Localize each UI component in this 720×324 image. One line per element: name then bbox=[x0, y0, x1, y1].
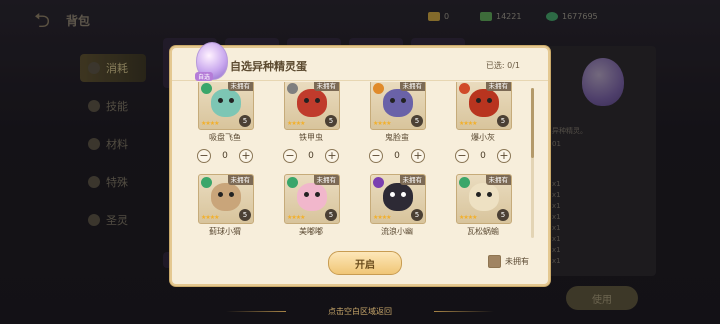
count-badge: 5 bbox=[497, 209, 509, 221]
quantity-stepper: − 0 + bbox=[270, 149, 352, 163]
egg-select-dialog: 自选 自选异种精灵蛋 已选: 0/1 未拥有 ★★★★ 5 吸盘飞鱼 − 0 + bbox=[170, 42, 550, 286]
count-badge: 5 bbox=[325, 209, 337, 221]
type-icon bbox=[287, 177, 298, 188]
spirit-sprite bbox=[469, 89, 499, 117]
star-rating: ★★★★ bbox=[459, 120, 477, 127]
spirit-card[interactable]: 未拥有 ★★★★ 5 bbox=[370, 82, 426, 130]
star-rating: ★★★★ bbox=[201, 214, 219, 221]
count-badge: 5 bbox=[411, 115, 423, 127]
spirit-name: 鬼脸蛮 bbox=[385, 133, 409, 142]
spirit-item[interactable]: 未拥有 ★★★★ 5 蓟球小猬 bbox=[184, 174, 266, 237]
star-rating: ★★★★ bbox=[459, 214, 477, 221]
spirit-card[interactable]: 未拥有 ★★★★ 5 bbox=[456, 82, 512, 130]
unowned-tag: 未拥有 bbox=[399, 175, 425, 185]
spirit-item[interactable]: 未拥有 ★★★★ 5 瓦松蜗蝓 bbox=[442, 174, 524, 237]
quantity-stepper: − 0 + bbox=[184, 149, 266, 163]
minus-button[interactable]: − bbox=[197, 149, 211, 163]
spirit-item[interactable]: 未拥有 ★★★★ 5 美嘟嘟 bbox=[270, 174, 352, 237]
dialog-header: 自选 自选异种精灵蛋 已选: 0/1 bbox=[172, 42, 548, 81]
spirit-card[interactable]: 未拥有 ★★★★ 5 bbox=[284, 174, 340, 224]
open-button[interactable]: 开启 bbox=[328, 251, 402, 275]
dialog-title: 自选异种精灵蛋 bbox=[230, 60, 307, 73]
spirit-sprite bbox=[211, 183, 241, 211]
unowned-tag: 未拥有 bbox=[227, 175, 253, 185]
type-icon bbox=[373, 83, 384, 94]
spirit-sprite bbox=[297, 89, 327, 117]
type-icon bbox=[201, 177, 212, 188]
spirit-name: 爆小灰 bbox=[471, 133, 495, 142]
spirit-sprite bbox=[211, 89, 241, 117]
spirit-name: 瓦松蜗蝓 bbox=[467, 227, 499, 236]
spirit-name: 铁甲虫 bbox=[299, 133, 323, 142]
star-rating: ★★★★ bbox=[287, 214, 305, 221]
plus-button[interactable]: + bbox=[239, 149, 253, 163]
quantity-value: 0 bbox=[480, 151, 486, 161]
unowned-tag: 未拥有 bbox=[485, 175, 511, 185]
count-badge: 5 bbox=[497, 115, 509, 127]
unowned-filter[interactable]: 未拥有 bbox=[488, 255, 529, 268]
type-icon bbox=[287, 83, 298, 94]
spirit-sprite bbox=[383, 89, 413, 117]
unowned-tag: 未拥有 bbox=[313, 82, 339, 91]
star-rating: ★★★★ bbox=[287, 120, 305, 127]
quantity-stepper: − 0 + bbox=[442, 149, 524, 163]
spirit-item[interactable]: 未拥有 ★★★★ 5 爆小灰 − 0 + bbox=[442, 82, 524, 163]
divider bbox=[434, 311, 494, 312]
quantity-value: 0 bbox=[222, 151, 228, 161]
divider bbox=[226, 311, 286, 312]
filter-label: 未拥有 bbox=[505, 257, 529, 266]
quantity-value: 0 bbox=[394, 151, 400, 161]
type-icon bbox=[459, 83, 470, 94]
spirit-grid[interactable]: 未拥有 ★★★★ 5 吸盘飞鱼 − 0 + 未拥有 ★★★★ 5 铁甲虫 − 0… bbox=[184, 82, 530, 248]
spirit-item[interactable]: 未拥有 ★★★★ 5 流浪小幽 bbox=[356, 174, 438, 237]
unowned-tag: 未拥有 bbox=[399, 82, 425, 91]
close-hint: 点击空白区域返回 bbox=[328, 307, 392, 316]
unowned-tag: 未拥有 bbox=[227, 82, 253, 91]
unowned-checkbox[interactable] bbox=[488, 255, 501, 268]
spirit-item[interactable]: 未拥有 ★★★★ 5 铁甲虫 − 0 + bbox=[270, 82, 352, 163]
star-rating: ★★★★ bbox=[373, 214, 391, 221]
spirit-sprite bbox=[469, 183, 499, 211]
type-icon bbox=[201, 83, 212, 94]
count-badge: 5 bbox=[239, 209, 251, 221]
selected-value: 0/1 bbox=[507, 61, 520, 70]
count-badge: 5 bbox=[325, 115, 337, 127]
spirit-name: 吸盘飞鱼 bbox=[209, 133, 241, 142]
unowned-tag: 未拥有 bbox=[485, 82, 511, 91]
spirit-card[interactable]: 未拥有 ★★★★ 5 bbox=[370, 174, 426, 224]
spirit-card[interactable]: 未拥有 ★★★★ 5 bbox=[198, 174, 254, 224]
egg-icon: 自选 bbox=[195, 42, 228, 81]
plus-button[interactable]: + bbox=[497, 149, 511, 163]
count-badge: 5 bbox=[411, 209, 423, 221]
unowned-tag: 未拥有 bbox=[313, 175, 339, 185]
minus-button[interactable]: − bbox=[369, 149, 383, 163]
type-icon bbox=[459, 177, 470, 188]
spirit-name: 蓟球小猬 bbox=[209, 227, 241, 236]
spirit-name: 美嘟嘟 bbox=[299, 227, 323, 236]
spirit-sprite bbox=[297, 183, 327, 211]
spirit-card[interactable]: 未拥有 ★★★★ 5 bbox=[456, 174, 512, 224]
star-rating: ★★★★ bbox=[201, 120, 219, 127]
spirit-card[interactable]: 未拥有 ★★★★ 5 bbox=[284, 82, 340, 130]
star-rating: ★★★★ bbox=[373, 120, 391, 127]
quantity-value: 0 bbox=[308, 151, 314, 161]
selected-label: 已选: bbox=[485, 61, 505, 70]
spirit-card[interactable]: 未拥有 ★★★★ 5 bbox=[198, 82, 254, 130]
spirit-item[interactable]: 未拥有 ★★★★ 5 鬼脸蛮 − 0 + bbox=[356, 82, 438, 163]
scrollbar[interactable] bbox=[531, 88, 534, 238]
minus-button[interactable]: − bbox=[455, 149, 469, 163]
type-icon bbox=[373, 177, 384, 188]
plus-button[interactable]: + bbox=[325, 149, 339, 163]
quantity-stepper: − 0 + bbox=[356, 149, 438, 163]
selected-counter: 已选: 0/1 bbox=[486, 60, 520, 71]
spirit-sprite bbox=[383, 183, 413, 211]
egg-badge-label: 自选 bbox=[195, 72, 214, 81]
plus-button[interactable]: + bbox=[411, 149, 425, 163]
spirit-name: 流浪小幽 bbox=[381, 227, 413, 236]
spirit-item[interactable]: 未拥有 ★★★★ 5 吸盘飞鱼 − 0 + bbox=[184, 82, 266, 163]
minus-button[interactable]: − bbox=[283, 149, 297, 163]
count-badge: 5 bbox=[239, 115, 251, 127]
